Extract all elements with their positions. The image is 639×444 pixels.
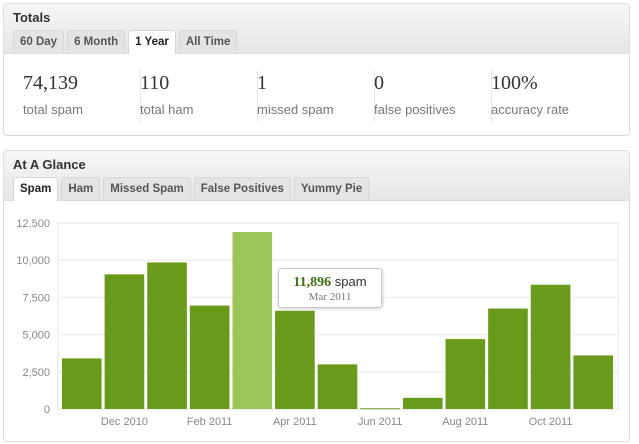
bar	[275, 310, 315, 409]
stat-label: accuracy rate	[491, 102, 570, 117]
glance-header: At A Glance Spam Ham Missed Spam False P…	[4, 151, 629, 201]
bar	[488, 308, 528, 409]
stat-total-spam: 74,139 total spam	[23, 70, 141, 122]
stat-value: 74,139	[23, 72, 78, 94]
tab-spam[interactable]: Spam	[13, 177, 59, 201]
stat-accuracy-rate: 100% accuracy rate	[491, 70, 608, 122]
spam-chart: 0 2,500 5,000 7,500 10,000 12,500 Dec 2010 Feb …	[4, 201, 629, 441]
bar	[232, 231, 273, 409]
bar	[317, 364, 358, 409]
glance-panel: At A Glance Spam Ham Missed Spam False P…	[3, 150, 630, 442]
bar-chart: 0 2,500 5,000 7,500 10,000 12,500 Dec 2010 Feb …	[16, 218, 619, 428]
stat-value: 110	[140, 72, 170, 94]
tab-yummy-pie[interactable]: Yummy Pie	[293, 177, 370, 200]
x-tick-label: Aug 2011	[442, 416, 488, 428]
x-tick-label: Apr 2011	[273, 416, 317, 428]
tab-missed-spam[interactable]: Missed Spam	[103, 177, 191, 200]
totals-panel: Totals 60 Day 6 Month 1 Year All Time 74…	[3, 3, 630, 136]
bar	[147, 262, 187, 409]
chart-tooltip: 11,896 spam Mar 2011	[278, 268, 382, 308]
y-tick-label: 10,000	[16, 255, 50, 267]
stat-false-positives: 0 false positives	[374, 70, 492, 122]
tab-1-year[interactable]: 1 Year	[128, 30, 176, 54]
totals-title: Totals	[13, 10, 51, 25]
x-tick-label: Jun 2011	[358, 416, 402, 428]
tab-6-month[interactable]: 6 Month	[67, 30, 126, 53]
glance-title: At A Glance	[13, 157, 86, 172]
totals-tabs: 60 Day 6 Month 1 Year All Time	[13, 30, 240, 54]
y-tick-label: 2,500	[22, 367, 50, 379]
y-tick-label: 5,000	[22, 330, 50, 342]
tooltip-unit: spam	[334, 274, 367, 289]
bar	[360, 408, 400, 410]
y-tick-label: 0	[44, 404, 50, 416]
totals-header: Totals 60 Day 6 Month 1 Year All Time	[4, 4, 629, 54]
x-tick-label: Dec 2010	[101, 416, 148, 428]
tooltip-value: 11,896	[293, 275, 332, 290]
stat-label: total ham	[140, 102, 194, 117]
tooltip-date: Mar 2011	[308, 291, 352, 303]
bar	[62, 358, 102, 409]
tab-false-positives[interactable]: False Positives	[193, 177, 291, 200]
stat-label: missed spam	[257, 102, 334, 117]
totals-stats: 74,139 total spam 110 total ham 1 missed…	[4, 54, 629, 135]
x-tick-label: Feb 2011	[187, 416, 233, 428]
stat-value: 100%	[491, 72, 538, 94]
stat-total-ham: 110 total ham	[140, 70, 258, 122]
stat-label: total spam	[23, 102, 83, 117]
bar	[573, 355, 613, 409]
stat-value: 1	[257, 72, 267, 94]
stat-label: false positives	[374, 102, 456, 117]
y-tick-label: 7,500	[22, 292, 50, 304]
glance-tabs: Spam Ham Missed Spam False Positives Yum…	[13, 177, 372, 201]
bar	[530, 284, 571, 409]
bar	[104, 274, 145, 409]
bar	[402, 397, 443, 409]
stat-value: 0	[374, 72, 384, 94]
bar	[445, 339, 486, 409]
tab-ham[interactable]: Ham	[61, 177, 101, 200]
x-tick-label: Oct 2011	[529, 416, 573, 428]
y-tick-label: 12,500	[16, 218, 50, 230]
stat-missed-spam: 1 missed spam	[257, 70, 375, 122]
bar	[189, 305, 230, 409]
tab-60-day[interactable]: 60 Day	[13, 30, 65, 53]
tooltip-line: 11,896 spam	[279, 274, 381, 291]
tab-all-time[interactable]: All Time	[178, 30, 238, 53]
